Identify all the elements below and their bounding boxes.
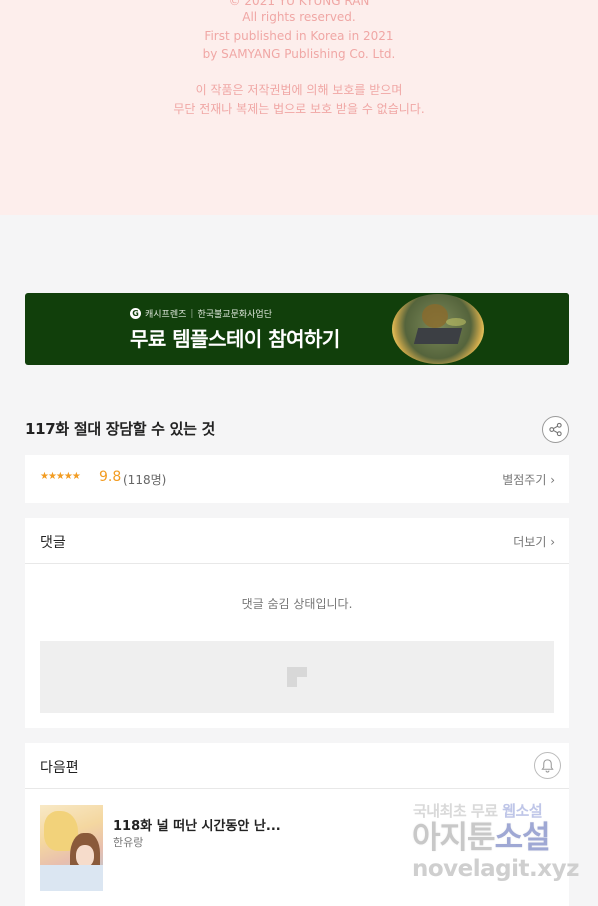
next-episode-card: 다음편 118화 널 떠난 시간동안 난... 한유랑	[25, 743, 569, 906]
image-placeholder-icon	[287, 667, 307, 687]
templestay-ad-banner[interactable]: G 캐시프렌즈 | 한국불교문화사업단 무료 템플스테이 참여하기	[25, 293, 569, 365]
share-button[interactable]	[542, 416, 569, 443]
comments-card: 댓글 더보기 › 댓글 숨김 상태입니다.	[25, 518, 569, 728]
comments-hidden-message: 댓글 숨김 상태입니다.	[241, 597, 353, 611]
sponsor-name-b: 한국불교문화사업단	[197, 310, 272, 320]
next-episode-section-title: 다음편	[40, 760, 79, 776]
copyright-english: All rights reserved. First published in …	[0, 8, 598, 64]
rate-button[interactable]: 별점주기 ›	[502, 471, 555, 488]
ad-placeholder[interactable]	[40, 641, 554, 713]
copyright-footer: © 2021 YU KYUNG RAN All rights reserved.…	[0, 0, 598, 215]
copyright-korean: 이 작품은 저작권법에 의해 보호를 받으며 무단 전재나 복제는 법으로 보호…	[0, 81, 598, 118]
sponsor-separator: |	[190, 308, 194, 319]
next-episode-title[interactable]: 118화 널 떠난 시간동안 난...	[113, 815, 281, 834]
copyright-line-2: First published in Korea in 2021	[204, 28, 394, 43]
comments-title: 댓글	[40, 535, 66, 551]
bell-icon	[541, 759, 554, 773]
comments-more-link[interactable]: 더보기 ›	[513, 533, 555, 550]
next-episode-header: 다음편	[25, 743, 569, 789]
banner-headline: 무료 템플스테이 참여하기	[130, 327, 340, 351]
notify-button[interactable]	[534, 752, 561, 779]
rating-score: 9.8	[99, 469, 122, 485]
rating-card: ★★★★★ 9.8 (118명) 별점주기 ›	[25, 455, 569, 503]
next-episode-author: 한유랑	[113, 836, 144, 849]
copyright-line-5: 무단 전재나 복제는 법으로 보호 받을 수 없습니다.	[173, 101, 425, 116]
sponsor-logo-icon: G	[130, 308, 141, 319]
next-episode-thumbnail[interactable]	[40, 805, 103, 891]
banner-sponsor: G 캐시프렌즈 | 한국불교문화사업단	[130, 307, 272, 320]
comments-header: 댓글 더보기 ›	[25, 518, 569, 564]
episode-title: 117화 절대 장담할 수 있는 것	[25, 420, 216, 438]
rating-count: (118명)	[123, 473, 167, 487]
share-icon	[549, 422, 562, 437]
rating-stars: ★★★★★	[40, 471, 81, 482]
sponsor-name-a: 캐시프렌즈	[145, 310, 187, 320]
temple-photo-badge	[392, 294, 484, 364]
copyright-line-1: All rights reserved.	[242, 10, 356, 24]
copyright-line-4: 이 작품은 저작권법에 의해 보호를 받으며	[195, 83, 403, 97]
copyright-line-3: by SAMYANG Publishing Co. Ltd.	[202, 47, 396, 61]
